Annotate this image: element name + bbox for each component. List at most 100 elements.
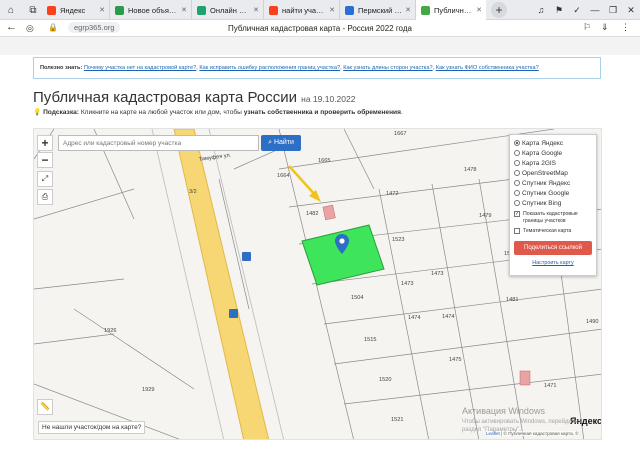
checkbox-borders-box[interactable]: ✓	[514, 211, 520, 217]
close-tab-icon[interactable]: ✕	[405, 6, 411, 14]
windows-activation-title: Активация Windows	[462, 406, 545, 416]
headphones-icon[interactable]: ♫	[532, 5, 550, 15]
tab-title: Яндекс	[60, 5, 86, 15]
layer-option[interactable]: Карта 2GIS	[514, 158, 592, 168]
lightbulb-icon: 💡	[33, 109, 42, 116]
tab-title: найти участок п...	[282, 5, 326, 15]
layer-option[interactable]: Спутник Яндекс	[514, 178, 592, 188]
close-tab-icon[interactable]: ✕	[99, 6, 105, 14]
parcel-number-label: 1664	[277, 173, 289, 179]
layer-radio[interactable]	[514, 190, 520, 196]
parcel-number-label: 1515	[364, 337, 376, 343]
browser-tab[interactable]: Яндекс ✕	[42, 0, 110, 20]
layer-option[interactable]: Карта Яндекс	[514, 138, 592, 148]
browser-tab[interactable]: Онлайн подача...✕	[192, 0, 264, 20]
find-button[interactable]: ⌕ Найти	[261, 135, 301, 151]
layer-option[interactable]: Спутник Google	[514, 188, 592, 198]
tab-actions-icon[interactable]: ⧉	[22, 0, 44, 20]
tab-title: Онлайн подача...	[210, 5, 250, 15]
activation-line1: Чтобы активировать Windows, перейдите в	[462, 419, 583, 425]
checkbox-thematic[interactable]: Тематическая карта	[514, 228, 592, 235]
not-found-button[interactable]: Не нашли участок/дом на карте?	[38, 421, 146, 434]
checkbox-borders[interactable]: ✓ Показать кадастровые границы участков	[514, 211, 592, 225]
zoom-out-button[interactable]: −	[37, 152, 53, 168]
browser-tab[interactable]: Новое объявле...✕	[110, 0, 192, 20]
checkbox-borders-label: Показать кадастровые границы участков	[523, 211, 578, 224]
parcel-number-label: 1520	[379, 377, 391, 383]
download-icon[interactable]: ⇓	[601, 22, 609, 33]
new-tab-button[interactable]: +	[491, 2, 507, 18]
layer-label: OpenStreetMap	[522, 169, 568, 177]
tips-label: Полезно знать:	[40, 65, 83, 71]
hint-end: .	[400, 109, 403, 116]
tip-link-missing[interactable]: Почему участка нет на кадастровой карте?	[84, 65, 196, 71]
parcel-number-label: 1471	[544, 383, 556, 389]
zoom-in-button[interactable]: +	[37, 135, 53, 151]
close-tab-icon[interactable]: ✕	[329, 6, 335, 14]
layer-radio[interactable]	[514, 170, 520, 176]
print-icon[interactable]: ⎙	[37, 189, 53, 205]
parcel-number-label: 1490	[586, 319, 598, 325]
layer-radio[interactable]	[514, 180, 520, 186]
layer-label: Карта Яндекс	[522, 139, 564, 147]
menu-icon[interactable]: ⋮	[621, 22, 630, 33]
ruler-icon[interactable]: 📏	[37, 399, 53, 415]
checkbox-thematic-box[interactable]	[514, 228, 520, 234]
ad-strip	[0, 37, 640, 55]
close-window-icon[interactable]: ✕	[622, 5, 640, 16]
address-bar: ← ◎ 🔒 egrp365.org Публичная кадастровая …	[0, 20, 640, 37]
parcel-number-label: 1474	[442, 314, 454, 320]
cadastral-map[interactable]: 1667 1665 1664 1478 1472 1482 1479 1523 1473 1473…	[33, 128, 602, 440]
close-tab-icon[interactable]: ✕	[181, 6, 187, 14]
location-pin-icon	[335, 234, 349, 254]
layer-radio[interactable]	[514, 150, 520, 156]
minimize-icon[interactable]: —	[586, 5, 604, 15]
tip-link-owner[interactable]: Как узнать ФИО собственника участка?	[436, 65, 539, 71]
setup-map-link[interactable]: Настроить карту	[514, 260, 592, 266]
parcel-number-label: 1478	[464, 167, 476, 173]
browser-tab[interactable]: Пермский край...✕	[340, 0, 416, 20]
bookmark-page-icon[interactable]: ⚐	[583, 22, 591, 33]
fullscreen-icon[interactable]: ⤢	[37, 171, 53, 187]
layer-label: Карта 2GIS	[522, 159, 557, 167]
layer-option[interactable]: Спутник Bing	[514, 198, 592, 208]
house-marker	[519, 370, 531, 386]
layer-radio[interactable]	[514, 160, 520, 166]
page-title: Публичная кадастровая карта - Россия 202…	[228, 24, 412, 33]
layer-radio[interactable]	[514, 200, 520, 206]
parcel-number-label: 1475	[449, 357, 461, 363]
house-marker	[322, 204, 336, 221]
layer-label: Спутник Bing	[522, 199, 562, 207]
parcel-number-label: 1665	[318, 158, 330, 164]
maximize-icon[interactable]: ❐	[604, 5, 622, 16]
heading-date: на 19.10.2022	[301, 94, 356, 104]
workspace-icon[interactable]: ⌂	[0, 0, 22, 20]
tab-title: Пермский край...	[358, 5, 402, 15]
browser-tab[interactable]: Публичная када...✕	[416, 0, 486, 20]
road-name-label: Тимуфея ул.	[198, 152, 232, 163]
bus-stop-icon	[229, 309, 238, 318]
close-tab-icon[interactable]: ✕	[476, 6, 482, 14]
layer-option[interactable]: Карта Google	[514, 148, 592, 158]
close-tab-icon[interactable]: ✕	[253, 6, 259, 14]
parcel-number-label: 1472	[386, 191, 398, 197]
checkbox-thematic-label: Тематическая карта	[523, 228, 572, 234]
hint-label: Подсказка:	[43, 109, 79, 116]
bookmark-icon[interactable]: ⚑	[550, 5, 568, 16]
layer-label: Спутник Яндекс	[522, 179, 571, 187]
main-heading: Публичная кадастровая карта России на 19…	[33, 89, 355, 106]
parcel-number-label: 1473	[431, 271, 443, 277]
layer-option[interactable]: OpenStreetMap	[514, 168, 592, 178]
tip-link-fix-borders[interactable]: Как исправить ошибку расположения границ…	[199, 65, 340, 71]
extension-icon[interactable]: ✓	[568, 5, 586, 16]
layer-label: Спутник Google	[522, 189, 570, 197]
parcel-number-label: 1667	[394, 131, 406, 137]
share-link-button[interactable]: Поделиться ссылкой	[514, 241, 592, 255]
search-input[interactable]	[58, 135, 259, 151]
windows-activation-text: Чтобы активировать Windows, перейдите в р…	[462, 418, 583, 434]
browser-tab[interactable]: найти участок п...✕	[264, 0, 340, 20]
parcel-number-label: 3/2	[189, 189, 197, 195]
hint-bold: узнать собственника и проверить обремене…	[243, 109, 401, 116]
layer-radio[interactable]	[514, 140, 520, 146]
tip-link-side-lengths[interactable]: Как узнать длины сторон участка?	[343, 65, 432, 71]
